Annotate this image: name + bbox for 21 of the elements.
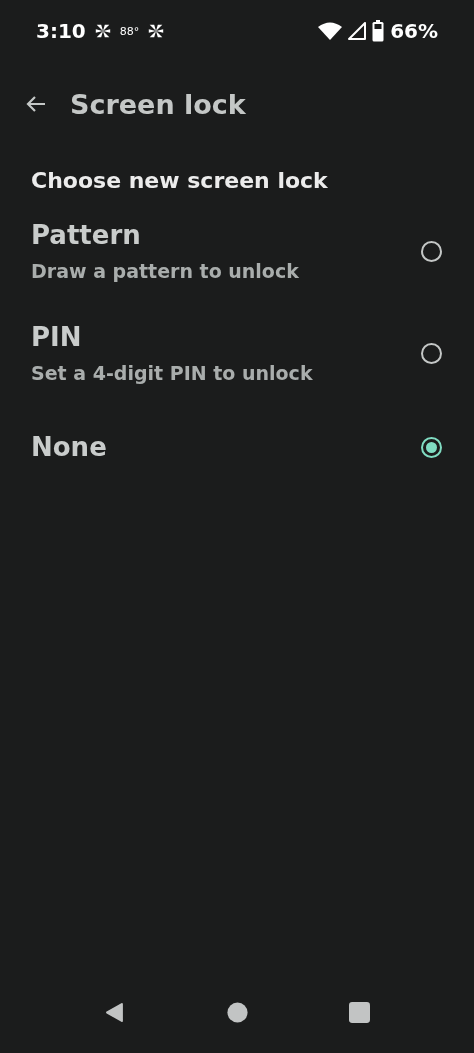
- radio-button[interactable]: [421, 436, 442, 458]
- radio-button[interactable]: [421, 240, 442, 262]
- battery-icon: [372, 20, 385, 42]
- option-title[interactable]: None: [31, 430, 107, 464]
- option-title[interactable]: PIN: [31, 320, 313, 354]
- back-icon[interactable]: [104, 1001, 125, 1023]
- option-title[interactable]: Pattern: [31, 218, 299, 252]
- section-title: Choose new screen lock: [30, 167, 329, 195]
- fan-icon: [147, 22, 166, 40]
- option-subtitle: Set a 4-digit PIN to unlock: [31, 361, 313, 386]
- screen-title: Screen lock: [70, 88, 246, 120]
- radio-button[interactable]: [421, 342, 442, 364]
- status-time: 3:10: [36, 19, 86, 43]
- option-subtitle: Draw a pattern to unlock: [31, 259, 299, 284]
- battery-percentage: 66%: [390, 19, 438, 43]
- recents-icon[interactable]: [349, 1001, 370, 1023]
- signal-icon: [348, 22, 367, 40]
- fan-icon: [93, 22, 112, 40]
- temperature: 88°: [119, 24, 140, 38]
- home-icon[interactable]: [226, 1001, 248, 1023]
- wifi-icon: [318, 22, 343, 40]
